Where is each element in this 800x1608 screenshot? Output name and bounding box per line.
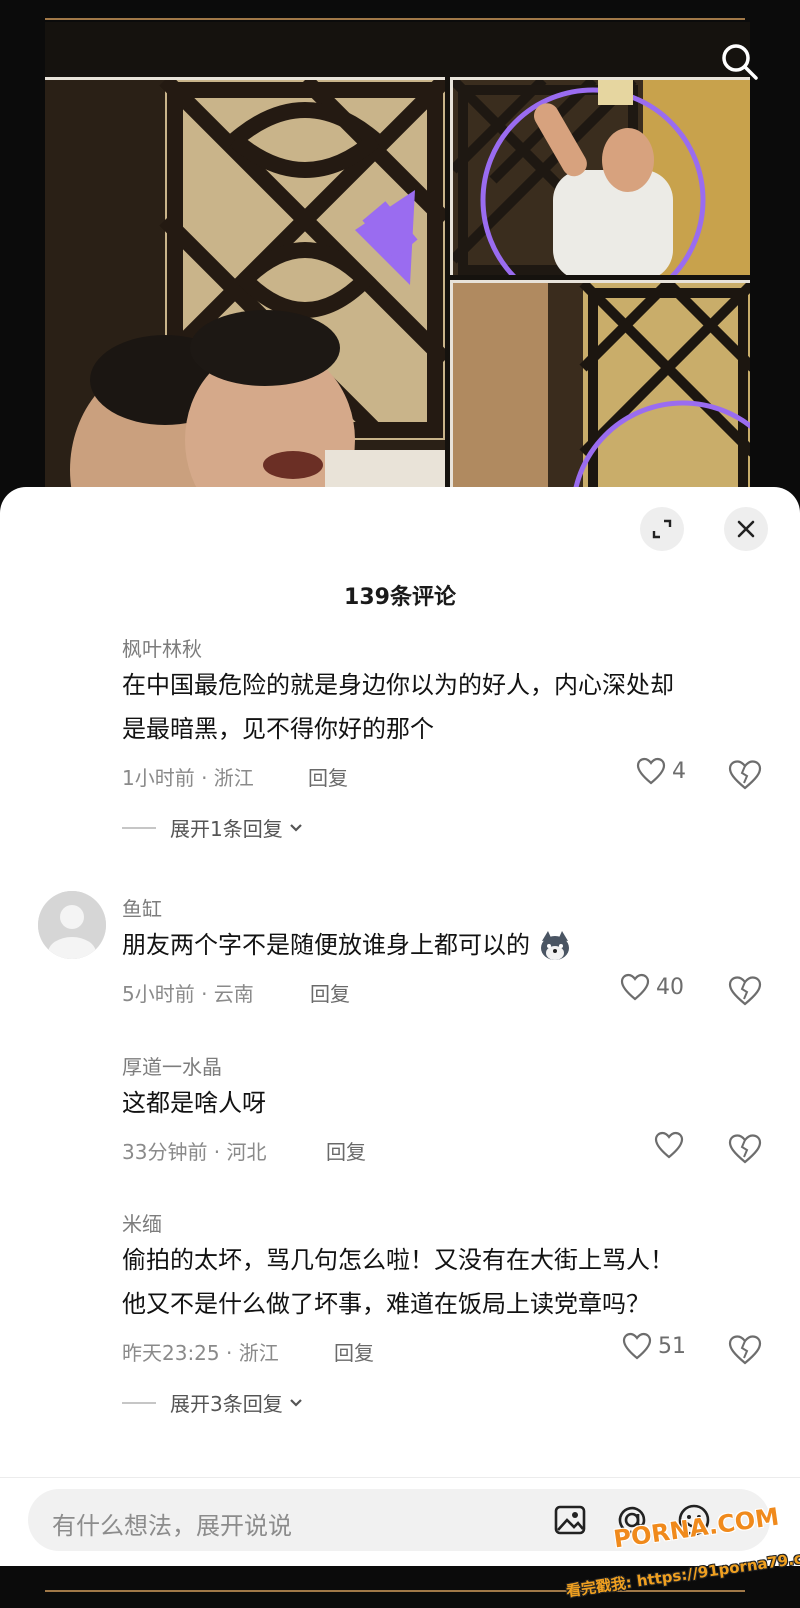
default-avatar-icon	[38, 891, 106, 959]
comment-username[interactable]: 鱼缸	[122, 893, 162, 922]
comment-text: 偷拍的太坏，骂几句怎么啦！又没有在大街上骂人！ 他又不是什么做了坏事，难道在饭局…	[122, 1246, 674, 1318]
heart-icon	[620, 973, 650, 1001]
comment-meta: 5小时前 · 云南	[122, 982, 254, 1006]
input-divider	[0, 1477, 800, 1478]
avatar[interactable]	[38, 891, 106, 959]
like-button[interactable]: 51	[622, 1332, 686, 1360]
reply-button[interactable]: 回复	[310, 978, 350, 1007]
reply-button[interactable]: 回复	[308, 762, 348, 791]
like-button[interactable]: 4	[636, 757, 686, 785]
expand-replies-button[interactable]: 展开1条回复	[122, 813, 305, 842]
expand-dash	[122, 1401, 156, 1404]
comment-meta: 昨天23:25 · 浙江	[122, 1341, 279, 1365]
lattice-door-image	[453, 283, 750, 492]
reply-button[interactable]: 回复	[326, 1136, 366, 1165]
video-panel-top-right	[450, 77, 750, 275]
like-button[interactable]	[654, 1131, 690, 1159]
close-icon	[737, 520, 755, 538]
comment-meta: 33分钟前 · 河北	[122, 1140, 267, 1164]
comment-meta: 1小时前 · 浙江	[122, 766, 254, 790]
comment-text: 在中国最危险的就是身边你以为的好人，内心深处却 是最暗黑，见不得你好的那个	[122, 671, 674, 743]
like-count: 4	[672, 758, 686, 784]
watermark-url: 看完戳我: https://91porna79.com	[565, 1545, 800, 1601]
chevron-down-icon	[289, 823, 302, 832]
broken-heart-icon[interactable]	[728, 1334, 762, 1366]
broken-heart-icon[interactable]	[728, 1133, 762, 1165]
comment-text: 朋友两个字不是随便放谁身上都可以的	[122, 923, 762, 967]
dog-emoji-icon	[540, 931, 569, 960]
video-top-border	[45, 18, 745, 20]
expand-replies-label: 展开3条回复	[170, 1392, 283, 1416]
comment-username[interactable]: 米缅	[122, 1208, 162, 1237]
lattice-screen-image	[45, 80, 445, 492]
expand-replies-button[interactable]: 展开3条回复	[122, 1388, 305, 1417]
like-count: 40	[656, 974, 684, 1000]
broken-heart-icon[interactable]	[728, 759, 762, 791]
comment-input-placeholder: 有什么想法，展开说说	[52, 1512, 292, 1540]
expand-sheet-button[interactable]	[640, 507, 684, 551]
watermark-logo: PORNA.COM	[611, 1502, 781, 1554]
comment-sheet: 139条评论 枫叶林秋 在中国最危险的就是身边你以为的好人，内心深处却 是最暗黑…	[0, 487, 800, 1608]
search-button[interactable]	[718, 40, 762, 84]
close-sheet-button[interactable]	[724, 507, 768, 551]
heart-icon	[636, 757, 666, 785]
video-panel-left	[45, 77, 445, 492]
comment-username[interactable]: 厚道一水晶	[122, 1051, 222, 1080]
drinking-scene-image	[453, 80, 750, 275]
comment-username[interactable]: 枫叶林秋	[122, 633, 202, 662]
like-count: 51	[658, 1333, 686, 1359]
heart-icon	[654, 1131, 684, 1159]
search-icon	[722, 44, 758, 80]
video-player[interactable]	[45, 22, 750, 492]
expand-replies-label: 展开1条回复	[170, 817, 283, 841]
chevron-down-icon	[289, 1398, 302, 1407]
heart-icon	[622, 1332, 652, 1360]
expand-icon	[652, 519, 672, 539]
reply-button[interactable]: 回复	[334, 1337, 374, 1366]
comment-text: 这都是啥人呀	[122, 1089, 266, 1117]
comment-count-title: 139条评论	[344, 585, 456, 610]
expand-dash	[122, 826, 156, 829]
watermark: PORNA.COM 看完戳我: https://91porna79.com	[565, 1500, 800, 1608]
like-button[interactable]: 40	[620, 973, 684, 1001]
broken-heart-icon[interactable]	[728, 975, 762, 1007]
video-panel-bottom-right	[450, 280, 750, 492]
